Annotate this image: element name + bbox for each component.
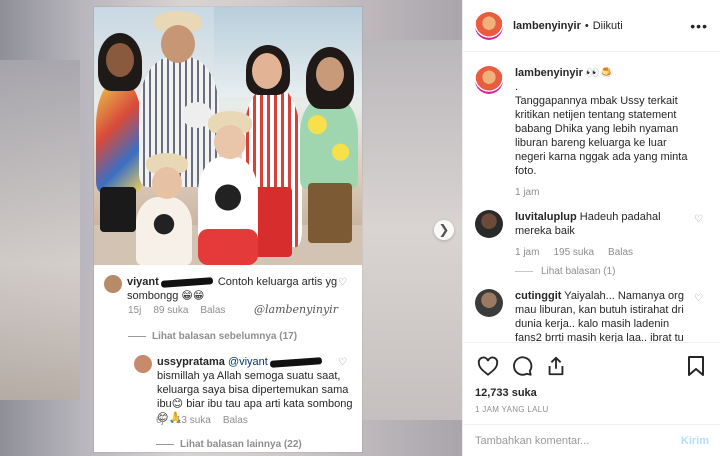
author-avatar[interactable] [475,66,503,94]
post-header: lambenyinyir • Diikuti ••• [463,0,720,52]
person-face [316,57,344,91]
child-face [214,125,246,159]
share-icon[interactable] [543,353,569,379]
comment-input[interactable] [475,434,681,447]
avatar [134,355,152,373]
post-sidebar: lambenyinyir • Diikuti ••• lambenyinyir … [462,0,720,456]
redaction-mark [269,356,323,368]
person-legs [308,183,352,243]
comment-likes: 13 suka [175,415,211,426]
child-face [152,167,182,199]
heart-icon: ♡ [338,357,347,368]
comment: cutinggit Yaiyalah... Namanya org mau li… [475,289,709,342]
reply-link: Balas [200,305,226,316]
post-comment-button[interactable]: Kirim [681,435,709,447]
view-more-replies: Lihat balasan lainnya (22) [156,439,302,450]
comment-username: viyant [127,276,159,288]
view-replies-button[interactable]: Lihat balasan (1) [515,266,709,277]
action-icons [475,353,709,379]
caption-emojis: 👀🍮 [585,67,614,79]
comment-meta: 15j 89 suka Balas [128,305,237,316]
person-girl-left [96,82,142,192]
watermark: @lambenyinyir [254,303,338,316]
caption: lambenyinyir 👀🍮 . Tanggapannya mbak Ussy… [475,66,709,200]
comment-icon[interactable] [509,353,535,379]
comment-time[interactable]: 1 jam [515,247,539,258]
post-media: viyant Contoh keluarga artis yg sombongg… [0,0,462,456]
post-actions: 12,733 suka 1 JAM YANG LALU [463,342,720,424]
commenter-avatar[interactable] [475,210,503,238]
comment-likes[interactable]: 195 suka [553,247,594,258]
mention: @viyant [227,356,268,368]
more-horizontal-icon[interactable]: ••• [690,18,708,34]
add-comment-bar: Kirim [463,424,720,456]
child-left [136,197,192,265]
person-face [252,53,282,89]
author-avatar[interactable] [475,11,503,40]
caption-time[interactable]: 1 jam [515,187,539,198]
caption-meta: 1 jam [515,186,693,200]
separator-dot: • [584,19,589,32]
commenter-username[interactable]: cutinggit [515,290,561,302]
view-previous-replies: Lihat balasan sebelumnya (17) [128,331,297,342]
comment-username: ussypratama [157,356,225,368]
author-username[interactable]: lambenyinyir [513,20,581,32]
family-photo [94,7,362,265]
child-skirt [198,229,258,265]
background-blur-left [0,60,80,400]
view-previous-label: Lihat balasan sebelumnya (17) [152,331,298,342]
view-replies-label: Lihat balasan (1) [541,266,616,277]
person-pants [252,187,292,257]
redaction-mark [160,276,213,288]
reply-button[interactable]: Balas [608,247,633,258]
reply-link: Balas [222,415,248,426]
comment-meta: 6j 13 suka Balas [156,415,260,426]
heart-icon[interactable] [475,353,501,379]
post-timestamp[interactable]: 1 JAM YANG LALU [475,405,709,414]
bookmark-icon[interactable] [683,353,709,379]
person-girl-right [300,97,358,189]
comment-meta: 1 jam 195 suka Balas [515,246,693,260]
person-face [106,43,134,77]
chevron-right-icon: ❯ [438,222,450,237]
caption-text: Tanggapannya mbak Ussy terkait kritikan … [515,95,688,177]
embedded-comment-screenshot: viyant Contoh keluarga artis yg sombongg… [94,265,362,452]
person-legs [100,187,136,232]
caption-dot: . [515,81,519,93]
avatar [104,275,122,293]
comment-likes: 89 suka [153,305,189,316]
comment: luvitaluplup Hadeuh padahal mereka baik … [475,210,709,260]
view-more-label: Lihat balasan lainnya (22) [180,439,302,450]
comment-time: 6j [156,415,164,426]
commenter-username[interactable]: luvitaluplup [515,211,577,223]
next-slide-button[interactable]: ❯ [434,220,454,240]
likes-count[interactable]: 12,733 suka [475,387,709,399]
post-image: viyant Contoh keluarga artis yg sombongg… [94,7,362,452]
caption-username[interactable]: lambenyinyir [515,67,583,79]
comments-list: lambenyinyir 👀🍮 . Tanggapannya mbak Ussy… [463,52,720,342]
heart-icon[interactable]: ♡ [694,293,703,304]
person-face [161,25,195,63]
embedded-comment-1: viyant Contoh keluarga artis yg sombongg… [104,275,354,303]
commenter-avatar[interactable] [475,289,503,317]
follow-status[interactable]: Diikuti [593,20,623,32]
heart-icon: ♡ [338,277,347,288]
comment-time: 15j [128,305,142,316]
heart-icon[interactable]: ♡ [694,214,703,225]
